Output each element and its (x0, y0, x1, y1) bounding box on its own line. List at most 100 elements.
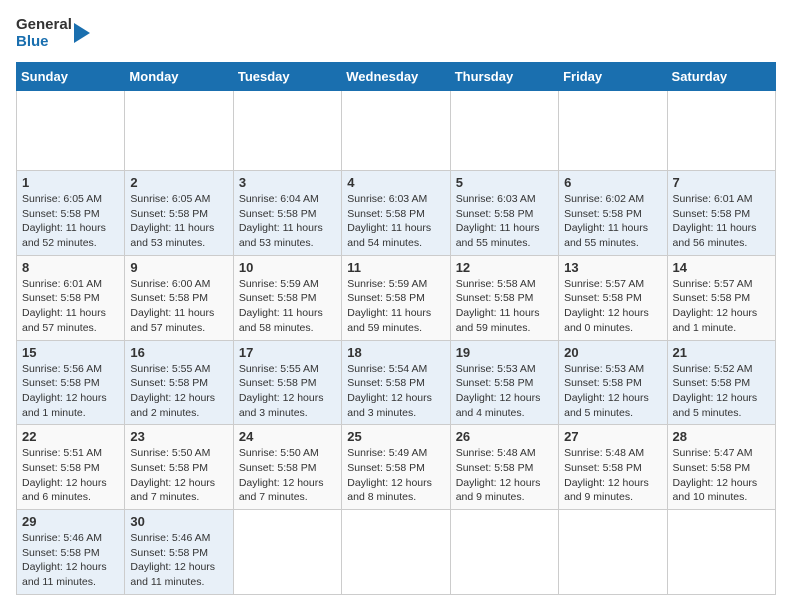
day-header-wednesday: Wednesday (342, 63, 450, 91)
calendar-week-5: 29Sunrise: 5:46 AMSunset: 5:58 PMDayligh… (17, 510, 776, 595)
day-number: 17 (239, 345, 336, 360)
cell-content: Sunrise: 5:50 AMSunset: 5:58 PMDaylight:… (130, 446, 227, 505)
calendar-week-2: 8Sunrise: 6:01 AMSunset: 5:58 PMDaylight… (17, 255, 776, 340)
day-number: 14 (673, 260, 770, 275)
calendar-cell (559, 91, 667, 171)
day-number: 10 (239, 260, 336, 275)
calendar-cell (667, 91, 775, 171)
calendar-cell: 11 Sunrise: 5:59 AMSunset: 5:58 PMDayligh… (342, 255, 450, 340)
calendar-cell (667, 510, 775, 595)
logo-general-text: General (16, 16, 72, 33)
calendar-cell: 21Sunrise: 5:52 AMSunset: 5:58 PMDayligh… (667, 340, 775, 425)
calendar-cell: 22 Sunrise: 5:51 AMSunset: 5:58 PMDayligh… (17, 425, 125, 510)
calendar-week-1: 1 Sunrise: 6:05 AMSunset: 5:58 PMDaylight… (17, 171, 776, 256)
day-number: 21 (673, 345, 770, 360)
day-header-thursday: Thursday (450, 63, 558, 91)
calendar-cell: 20Sunrise: 5:53 AMSunset: 5:58 PMDayligh… (559, 340, 667, 425)
day-number: 9 (130, 260, 227, 275)
day-header-monday: Monday (125, 63, 233, 91)
day-number: 28 (673, 429, 770, 444)
calendar-cell: 23 Sunrise: 5:50 AMSunset: 5:58 PMDayligh… (125, 425, 233, 510)
calendar-cell: 27 Sunrise: 5:48 AMSunset: 5:58 PMDayligh… (559, 425, 667, 510)
cell-content: Sunrise: 5:46 AMSunset: 5:58 PMDaylight:… (130, 531, 227, 590)
day-number: 18 (347, 345, 444, 360)
day-header-friday: Friday (559, 63, 667, 91)
calendar-cell: 8Sunrise: 6:01 AMSunset: 5:58 PMDaylight… (17, 255, 125, 340)
calendar-cell: 25 Sunrise: 5:49 AMSunset: 5:58 PMDayligh… (342, 425, 450, 510)
day-number: 11 (347, 260, 444, 275)
calendar-cell: 17 Sunrise: 5:55 AMSunset: 5:58 PMDayligh… (233, 340, 341, 425)
calendar-cell (342, 510, 450, 595)
cell-content: Sunrise: 6:03 AMSunset: 5:58 PMDaylight:… (347, 192, 444, 251)
calendar-cell: 2 Sunrise: 6:05 AMSunset: 5:58 PMDaylight… (125, 171, 233, 256)
calendar-cell: 19Sunrise: 5:53 AMSunset: 5:58 PMDayligh… (450, 340, 558, 425)
cell-content: Sunrise: 5:51 AMSunset: 5:58 PMDaylight:… (22, 446, 119, 505)
calendar-cell: 30 Sunrise: 5:46 AMSunset: 5:58 PMDayligh… (125, 510, 233, 595)
cell-content: Sunrise: 5:55 AMSunset: 5:58 PMDaylight:… (130, 362, 227, 421)
calendar-cell: 15Sunrise: 5:56 AMSunset: 5:58 PMDayligh… (17, 340, 125, 425)
calendar-cell: 24Sunrise: 5:50 AMSunset: 5:58 PMDayligh… (233, 425, 341, 510)
logo-arrow-icon (74, 19, 94, 47)
day-number: 23 (130, 429, 227, 444)
cell-content: Sunrise: 5:57 AMSunset: 5:58 PMDaylight:… (673, 277, 770, 336)
day-header-tuesday: Tuesday (233, 63, 341, 91)
logo: General Blue (16, 16, 94, 50)
day-header-saturday: Saturday (667, 63, 775, 91)
calendar-cell: 26 Sunrise: 5:48 AMSunset: 5:58 PMDayligh… (450, 425, 558, 510)
cell-content: Sunrise: 6:00 AMSunset: 5:58 PMDaylight:… (130, 277, 227, 336)
day-number: 4 (347, 175, 444, 190)
calendar-cell: 7 Sunrise: 6:01 AMSunset: 5:58 PMDaylight… (667, 171, 775, 256)
cell-content: Sunrise: 6:05 AMSunset: 5:58 PMDaylight:… (130, 192, 227, 251)
calendar-week-0 (17, 91, 776, 171)
cell-content: Sunrise: 5:46 AMSunset: 5:58 PMDaylight:… (22, 531, 119, 590)
day-number: 22 (22, 429, 119, 444)
cell-content: Sunrise: 5:55 AMSunset: 5:58 PMDaylight:… (239, 362, 336, 421)
cell-content: Sunrise: 5:53 AMSunset: 5:58 PMDaylight:… (564, 362, 661, 421)
cell-content: Sunrise: 5:59 AMSunset: 5:58 PMDaylight:… (239, 277, 336, 336)
cell-content: Sunrise: 6:03 AMSunset: 5:58 PMDaylight:… (456, 192, 553, 251)
calendar-cell (450, 91, 558, 171)
cell-content: Sunrise: 6:04 AMSunset: 5:58 PMDaylight:… (239, 192, 336, 251)
day-number: 1 (22, 175, 119, 190)
calendar-cell: 3Sunrise: 6:04 AMSunset: 5:58 PMDaylight… (233, 171, 341, 256)
cell-content: Sunrise: 5:50 AMSunset: 5:58 PMDaylight:… (239, 446, 336, 505)
cell-content: Sunrise: 5:48 AMSunset: 5:58 PMDaylight:… (456, 446, 553, 505)
calendar-cell: 18 Sunrise: 5:54 AMSunset: 5:58 PMDayligh… (342, 340, 450, 425)
day-number: 6 (564, 175, 661, 190)
calendar-cell (125, 91, 233, 171)
day-number: 25 (347, 429, 444, 444)
day-number: 26 (456, 429, 553, 444)
day-number: 16 (130, 345, 227, 360)
page-header: General Blue (16, 16, 776, 50)
day-number: 30 (130, 514, 227, 529)
cell-content: Sunrise: 5:54 AMSunset: 5:58 PMDaylight:… (347, 362, 444, 421)
day-number: 15 (22, 345, 119, 360)
day-number: 27 (564, 429, 661, 444)
calendar-cell (559, 510, 667, 595)
cell-content: Sunrise: 5:48 AMSunset: 5:58 PMDaylight:… (564, 446, 661, 505)
cell-content: Sunrise: 6:02 AMSunset: 5:58 PMDaylight:… (564, 192, 661, 251)
calendar-week-3: 15Sunrise: 5:56 AMSunset: 5:58 PMDayligh… (17, 340, 776, 425)
calendar-cell: 4 Sunrise: 6:03 AMSunset: 5:58 PMDaylight… (342, 171, 450, 256)
day-number: 8 (22, 260, 119, 275)
calendar-cell: 9 Sunrise: 6:00 AMSunset: 5:58 PMDaylight… (125, 255, 233, 340)
cell-content: Sunrise: 5:59 AMSunset: 5:58 PMDaylight:… (347, 277, 444, 336)
calendar-cell: 6 Sunrise: 6:02 AMSunset: 5:58 PMDaylight… (559, 171, 667, 256)
calendar-cell (342, 91, 450, 171)
calendar-cell (17, 91, 125, 171)
calendar-cell: 5 Sunrise: 6:03 AMSunset: 5:58 PMDaylight… (450, 171, 558, 256)
cell-content: Sunrise: 6:01 AMSunset: 5:58 PMDaylight:… (673, 192, 770, 251)
calendar-header: SundayMondayTuesdayWednesdayThursdayFrid… (17, 63, 776, 91)
calendar-cell: 14 Sunrise: 5:57 AMSunset: 5:58 PMDayligh… (667, 255, 775, 340)
day-number: 2 (130, 175, 227, 190)
day-number: 5 (456, 175, 553, 190)
cell-content: Sunrise: 5:47 AMSunset: 5:58 PMDaylight:… (673, 446, 770, 505)
cell-content: Sunrise: 5:49 AMSunset: 5:58 PMDaylight:… (347, 446, 444, 505)
calendar-cell: 29Sunrise: 5:46 AMSunset: 5:58 PMDayligh… (17, 510, 125, 595)
calendar-cell (450, 510, 558, 595)
logo-blue-text: Blue (16, 33, 72, 50)
calendar-week-4: 22 Sunrise: 5:51 AMSunset: 5:58 PMDayligh… (17, 425, 776, 510)
day-number: 7 (673, 175, 770, 190)
cell-content: Sunrise: 6:05 AMSunset: 5:58 PMDaylight:… (22, 192, 119, 251)
calendar-cell (233, 510, 341, 595)
